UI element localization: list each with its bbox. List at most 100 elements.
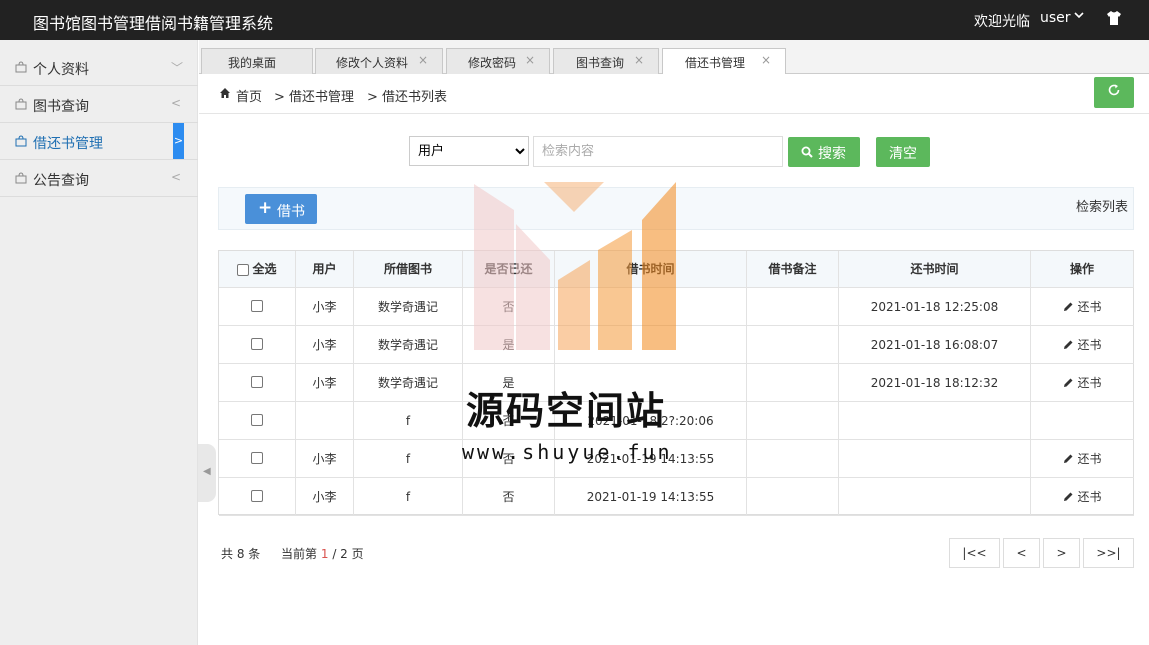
return-time-cell [839,402,1031,440]
tab-label: 修改个人资料 [336,56,409,70]
book-cell: 数学奇遇记 [354,364,463,402]
pencil-icon [1063,479,1074,501]
return-book-link[interactable]: 还书 [1063,452,1102,466]
remark-header: 借书备注 [747,251,839,288]
returned-cell: 否 [463,478,555,516]
return-time-header: 还书时间 [839,251,1031,288]
chevron-left-icon: < [171,96,182,110]
row-checkbox[interactable] [251,451,263,464]
active-marker-chevron-right-icon: > [173,123,184,159]
close-icon[interactable]: × [634,53,644,67]
sidebar: 个人资料 ﹀ 图书查询 < 借还书管理 > 公告查询 < [0,40,198,645]
sidebar-item-borrow-manage[interactable]: 借还书管理 > [0,123,198,160]
book-cell: f [354,402,463,440]
row-checkbox[interactable] [251,375,263,388]
close-icon[interactable]: × [525,53,535,67]
watermark-logo [470,180,680,350]
chevron-left-icon: < [171,170,182,184]
chevron-down-icon[interactable] [1073,9,1085,24]
refresh-button[interactable] [1094,77,1134,108]
return-book-label: 还书 [1077,452,1102,466]
return-time-cell [839,440,1031,478]
breadcrumb: 首页 > 借还书管理 > 借还书列表 [199,74,1149,114]
pencil-icon [1063,441,1074,463]
chevron-down-icon: ﹀ [171,61,184,75]
tab-edit-profile[interactable]: 修改个人资料 × [315,48,443,74]
user-cell: 小李 [296,478,354,516]
user-menu[interactable]: user [1040,10,1071,26]
tab-label: 图书查询 [576,56,625,70]
watermark-url: www.shuyue.fun [462,440,673,464]
current-page-number: 1 [320,547,329,561]
search-input[interactable] [533,136,783,167]
last-page-button[interactable]: >>| [1083,538,1134,568]
next-page-button[interactable]: > [1043,538,1080,568]
tab-change-password[interactable]: 修改密码 × [446,48,550,74]
close-icon[interactable]: × [761,53,771,67]
return-time-cell: 2021-01-18 16:08:07 [839,326,1031,364]
search-field-select[interactable]: 用户 [409,136,529,166]
operation-cell: 还书 [1031,326,1134,364]
remark-cell [747,478,839,516]
return-time-cell [839,478,1031,516]
return-book-link[interactable]: 还书 [1063,338,1102,352]
return-book-label: 还书 [1077,338,1102,352]
bag-icon [15,61,27,73]
tab-label: 修改密码 [468,56,517,70]
borrow-book-button[interactable]: + 借书 [245,194,317,224]
search-button[interactable]: 搜索 [788,137,860,167]
return-book-link[interactable]: 还书 [1063,376,1102,390]
row-checkbox[interactable] [251,489,263,502]
welcome-text: 欢迎光临 [974,14,1030,30]
table-row: 小李 f 否 2021-01-19 14:13:55 还书 [219,478,1134,516]
current-page-suffix: / 2 页 [332,547,364,561]
book-header: 所借图书 [354,251,463,288]
row-checkbox[interactable] [251,299,263,312]
remark-cell [747,288,839,326]
sidebar-item-label: 图书查询 [33,99,89,115]
select-all-checkbox[interactable] [237,263,250,276]
table-row: 小李 f 否 2021-01-19 14:13:55 还书 [219,440,1134,478]
sidebar-collapse-handle[interactable]: ◀ [198,444,216,502]
bag-icon [15,135,27,147]
user-header: 用户 [296,251,354,288]
sidebar-item-profile[interactable]: 个人资料 ﹀ [0,49,198,86]
tab-desktop[interactable]: 我的桌面 [201,48,313,74]
first-page-button[interactable]: |<< [949,538,1000,568]
sidebar-item-label: 公告查询 [33,173,89,189]
tab-bar: 我的桌面 修改个人资料 × 修改密码 × 图书查询 × 借还书管理 × [199,40,1149,75]
user-cell: 小李 [296,364,354,402]
table-row: 小李 数学奇遇记是 2021-01-18 18:12:32 还书 [219,364,1134,402]
tab-book-search[interactable]: 图书查询 × [553,48,659,74]
breadcrumb-home[interactable]: 首页 [236,86,262,105]
tab-borrow-manage[interactable]: 借还书管理 × [662,48,786,75]
sidebar-item-book-search[interactable]: 图书查询 < [0,86,198,123]
return-book-label: 还书 [1077,376,1102,390]
theme-shirt-icon[interactable] [1105,9,1123,27]
remark-cell [747,326,839,364]
return-book-link[interactable]: 还书 [1063,490,1102,504]
plus-icon: + [258,198,273,218]
breadcrumb-level1[interactable]: > 借还书管理 [274,86,354,105]
return-book-link[interactable]: 还书 [1063,300,1102,314]
remark-cell [747,402,839,440]
select-all-header[interactable]: 全选 [219,251,296,288]
user-cell: 小李 [296,288,354,326]
clear-button[interactable]: 清空 [876,137,930,167]
operation-cell [1031,402,1134,440]
close-icon[interactable]: × [418,53,428,67]
prev-page-button[interactable]: < [1003,538,1040,568]
row-checkbox[interactable] [251,413,263,426]
row-checkbox[interactable] [251,337,263,350]
row-select-cell [219,288,296,326]
book-cell: 数学奇遇记 [354,326,463,364]
triangle-left-icon: ◀ [203,466,211,477]
row-select-cell [219,326,296,364]
operation-cell: 还书 [1031,364,1134,402]
table-row: f 否 2021-01-18 2?:20:06 [219,402,1134,440]
operation-cell: 还书 [1031,478,1134,516]
row-select-cell [219,440,296,478]
sidebar-item-label: 借还书管理 [33,136,103,152]
sidebar-item-notice-search[interactable]: 公告查询 < [0,160,198,197]
book-cell: f [354,478,463,516]
